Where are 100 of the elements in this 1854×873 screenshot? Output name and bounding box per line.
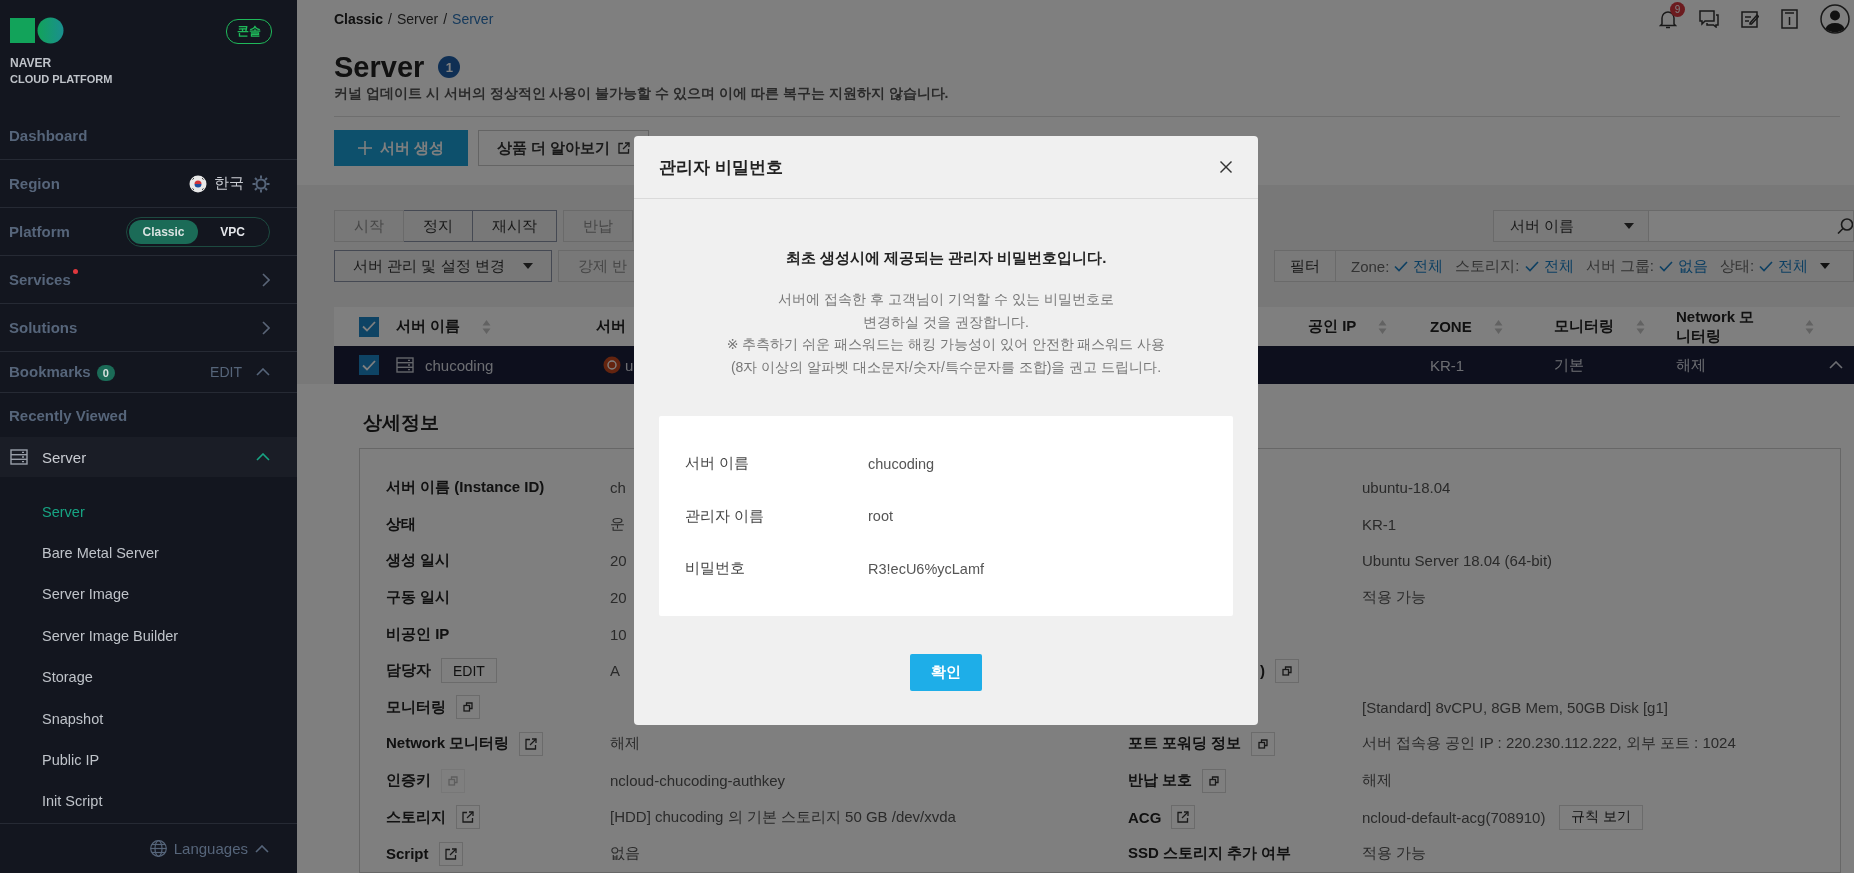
chevron-up-icon[interactable] — [255, 844, 269, 853]
sidebar-subitem[interactable]: Server — [0, 491, 297, 533]
sidebar-subitem[interactable]: Storage — [0, 656, 297, 698]
filter-value: 전체 — [1778, 256, 1809, 276]
checkbox[interactable] — [359, 355, 379, 376]
column-header[interactable]: Network 모니터링 — [1676, 307, 1765, 346]
chat-icon[interactable] — [1699, 10, 1719, 28]
breadcrumb-link[interactable]: Server — [452, 11, 494, 27]
edit-button[interactable]: EDIT — [441, 658, 497, 684]
edit-link[interactable]: EDIT — [210, 364, 242, 380]
detail-label: 비공인 IP — [386, 624, 450, 644]
check-icon — [1658, 260, 1673, 272]
bell-icon — [1659, 9, 1677, 29]
column-header[interactable]: 공인 IP — [1308, 317, 1357, 337]
sidebar-subitem[interactable]: Bare Metal Server — [0, 532, 297, 574]
sidebar-subitem[interactable]: Server Image — [0, 573, 297, 616]
search-scope-select[interactable]: 서버 이름 — [1493, 210, 1649, 243]
platform-option[interactable]: Classic — [129, 219, 198, 244]
note-icon[interactable] — [1741, 10, 1759, 28]
breadcrumb-separator: / — [388, 11, 392, 27]
toolbar-button[interactable]: 서버 관리 및 설정 변경 — [334, 250, 552, 283]
notification-button[interactable]: 9 — [1659, 2, 1685, 29]
filter-button[interactable]: 필터 — [1274, 250, 1336, 283]
search-field[interactable] — [1649, 210, 1854, 243]
open-link-button[interactable] — [438, 841, 463, 866]
region-selector[interactable]: 한국 — [189, 174, 244, 193]
table-cell: u — [625, 356, 634, 374]
detail-label: ACG — [1128, 808, 1162, 826]
field-label: 서버 이름 — [685, 454, 751, 474]
column-header[interactable]: 서버 이름 — [396, 317, 461, 337]
detail-value: ch — [610, 479, 626, 497]
filter-label: 스토리지: — [1455, 256, 1520, 276]
toolbar-button[interactable]: 정지 — [404, 210, 473, 243]
page-title: Server — [334, 50, 425, 84]
copy-button[interactable] — [1251, 731, 1276, 756]
avatar-icon[interactable] — [1820, 4, 1850, 34]
info-icon[interactable] — [1781, 9, 1798, 29]
brand-name: CLOUD PLATFORM — [10, 73, 113, 86]
sidebar-subitem[interactable]: Server Image Builder — [0, 615, 297, 657]
sidebar-item[interactable]: Recently Viewed — [0, 393, 297, 437]
detail-value: 없음 — [610, 844, 640, 864]
dialog-heading: 최초 생성시에 제공되는 관리자 비밀번호입니다. — [784, 249, 1108, 268]
detail-value: ncloud-default-acg(708910) — [1362, 808, 1546, 826]
breadcrumb-link[interactable]: Classic — [334, 11, 384, 27]
checkbox[interactable] — [359, 316, 379, 337]
detail-label: 생성 일시 — [386, 551, 451, 571]
detail-value: ubuntu-18.04 — [1362, 479, 1451, 497]
column-header[interactable]: ZONE — [1430, 318, 1472, 336]
open-link-button[interactable] — [456, 805, 480, 830]
filter-bar[interactable]: Zone: 전체 스토리지: 전체 서버 그룹: 없음 상태: 전체 — [1336, 250, 1854, 283]
detail-label: 포트 포워딩 정보 — [1128, 734, 1242, 754]
table-cell: chucoding — [425, 356, 494, 374]
sidebar-label: Bookmarks 0 — [9, 363, 115, 381]
platform-option[interactable]: VPC — [198, 219, 267, 244]
detail-value: Ubuntu Server 18.04 (64-bit) — [1362, 552, 1553, 570]
table-cell-text: KR-1 — [1430, 356, 1466, 374]
field-label: 관리자 이름 — [685, 506, 766, 526]
ubuntu-logo-icon — [603, 356, 621, 375]
chevron-up-icon[interactable] — [256, 368, 270, 376]
sidebar-subitem[interactable]: Init Script — [0, 780, 297, 823]
brand-name: NAVER — [10, 57, 53, 70]
column-header[interactable]: 서버 — [596, 317, 626, 337]
copy-button[interactable] — [1202, 768, 1227, 793]
open-link-button[interactable] — [1171, 805, 1196, 830]
close-button[interactable] — [1218, 159, 1234, 175]
detail-label: 상태 — [386, 514, 416, 534]
console-badge[interactable]: 콘솔 — [226, 19, 272, 44]
search-icon — [1837, 218, 1853, 235]
table-cell-text: 기본 — [1554, 355, 1585, 375]
notice-text: 커널 업데이트 시 서버의 정상적인 사용이 불가능할 수 있으며 이에 따른 복구는 지원하지 않습니다. — [334, 85, 950, 103]
sidebar-subitem[interactable]: Public IP — [0, 739, 297, 781]
detail-value: 적용 가능 — [1362, 588, 1427, 608]
filter-value: 전체 — [1413, 256, 1444, 276]
copy-button[interactable] — [1275, 658, 1299, 683]
chevron-right-icon[interactable] — [262, 320, 270, 335]
open-link-button[interactable] — [519, 731, 544, 756]
copy-icon — [448, 775, 458, 786]
copy-icon — [1209, 775, 1220, 786]
detail-value: 서버 접속용 공인 IP : 220.230.112.222, 외부 포트 : 1024 — [1362, 734, 1736, 754]
settings-icon[interactable] — [252, 174, 270, 193]
sidebar-subitem[interactable]: Snapshot — [0, 697, 297, 740]
detail-value: [Standard] 8vCPU, 8GB Mem, 50GB Disk [g1] — [1362, 698, 1668, 716]
table-cell-text: 해제 — [1676, 355, 1707, 375]
chevron-up-icon[interactable] — [256, 453, 270, 461]
copy-button[interactable] — [456, 695, 480, 720]
sidebar-group[interactable]: Server — [0, 437, 297, 477]
chevron-right-icon[interactable] — [262, 272, 270, 287]
language-menu[interactable]: Languages — [149, 840, 248, 857]
detail-value: 운 — [610, 514, 625, 534]
breadcrumb-link[interactable]: Server — [396, 11, 439, 27]
learn-more-button[interactable]: 상품 더 알아보기 — [478, 130, 650, 166]
toolbar-button[interactable]: 재시작 — [473, 210, 557, 243]
detail-value: ncloud-chucoding-authkey — [610, 772, 786, 789]
column-header[interactable]: 모니터링 — [1554, 317, 1614, 337]
confirm-button[interactable]: 확인 — [910, 653, 982, 691]
section-title: 상세정보 — [363, 411, 440, 436]
rules-button[interactable]: 규칙 보기 — [1559, 804, 1644, 830]
breadcrumb-separator: / — [443, 11, 448, 27]
sort-icon — [1378, 318, 1388, 335]
count-badge: 1 — [438, 56, 461, 78]
